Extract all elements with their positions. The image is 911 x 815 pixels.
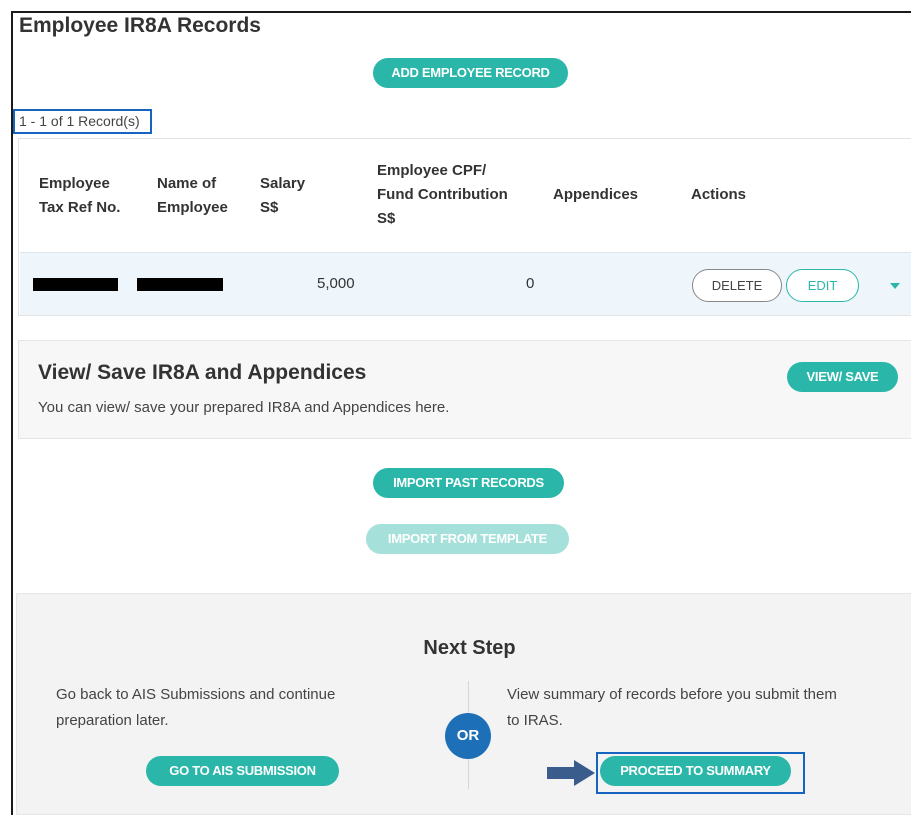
right-text-line2: to IRAS. [507, 712, 563, 729]
arrow-right-icon [547, 760, 595, 786]
or-badge: OR [445, 713, 491, 759]
left-text-line1: Go back to AIS Submissions and continue [56, 686, 336, 703]
cpf-cell: 0 [526, 275, 535, 292]
add-employee-record-button[interactable]: ADD EMPLOYEE RECORD [373, 58, 568, 88]
header-actions: Actions [691, 186, 747, 203]
chevron-down-icon[interactable] [890, 283, 900, 289]
page-title: Employee IR8A Records [19, 14, 261, 37]
redacted-employee-name [137, 278, 223, 291]
header-salary-line2: S$ [260, 199, 279, 216]
header-name[interactable]: Name of Employee [157, 172, 228, 220]
edit-button[interactable]: EDIT [786, 269, 859, 302]
header-appendices: Appendices [553, 186, 639, 203]
import-from-template-button[interactable]: IMPORT FROM TEMPLATE [366, 524, 569, 554]
next-step-title: Next Step [423, 637, 516, 659]
go-to-ais-submission-button[interactable]: GO TO AIS SUBMISSION [146, 756, 339, 786]
header-cpf-line1: Employee CPF/ [377, 162, 487, 179]
header-salary[interactable]: Salary S$ [260, 172, 305, 220]
view-save-card: View/ Save IR8A and Appendices You can v… [18, 340, 911, 439]
import-past-records-button[interactable]: IMPORT PAST RECORDS [373, 468, 564, 498]
header-cpf-line2: Fund Contribution [377, 186, 508, 203]
view-save-title: View/ Save IR8A and Appendices [38, 361, 367, 384]
salary-cell: 5,000 [317, 275, 355, 292]
view-save-button[interactable]: VIEW/ SAVE [787, 362, 898, 392]
record-count: 1 - 1 of 1 Record(s) [13, 109, 152, 134]
next-step-right-text: View summary of records before you submi… [507, 682, 837, 734]
header-tax-ref-line2: Tax Ref No. [39, 199, 121, 216]
left-text-line2: preparation later. [56, 712, 169, 729]
delete-button[interactable]: DELETE [692, 269, 782, 302]
header-tax-ref[interactable]: Employee Tax Ref No. [39, 172, 120, 220]
records-table: Employee Tax Ref No. Name of Employee Sa… [18, 138, 911, 316]
proceed-highlight-box [596, 752, 805, 794]
header-name-line1: Name of [157, 175, 217, 192]
header-name-line2: Employee [157, 199, 228, 216]
view-save-subtitle: You can view/ save your prepared IR8A an… [38, 399, 450, 416]
header-cpf-line3: S$ [377, 210, 396, 227]
next-step-left-text: Go back to AIS Submissions and continue … [56, 682, 335, 734]
redacted-tax-ref [33, 278, 118, 291]
header-cpf[interactable]: Employee CPF/ Fund Contribution S$ [377, 159, 508, 231]
header-salary-line1: Salary [260, 175, 306, 192]
header-tax-ref-line1: Employee [39, 175, 110, 192]
table-row: 5,000 0 DELETE EDIT [20, 252, 911, 315]
right-text-line1: View summary of records before you submi… [507, 686, 837, 703]
